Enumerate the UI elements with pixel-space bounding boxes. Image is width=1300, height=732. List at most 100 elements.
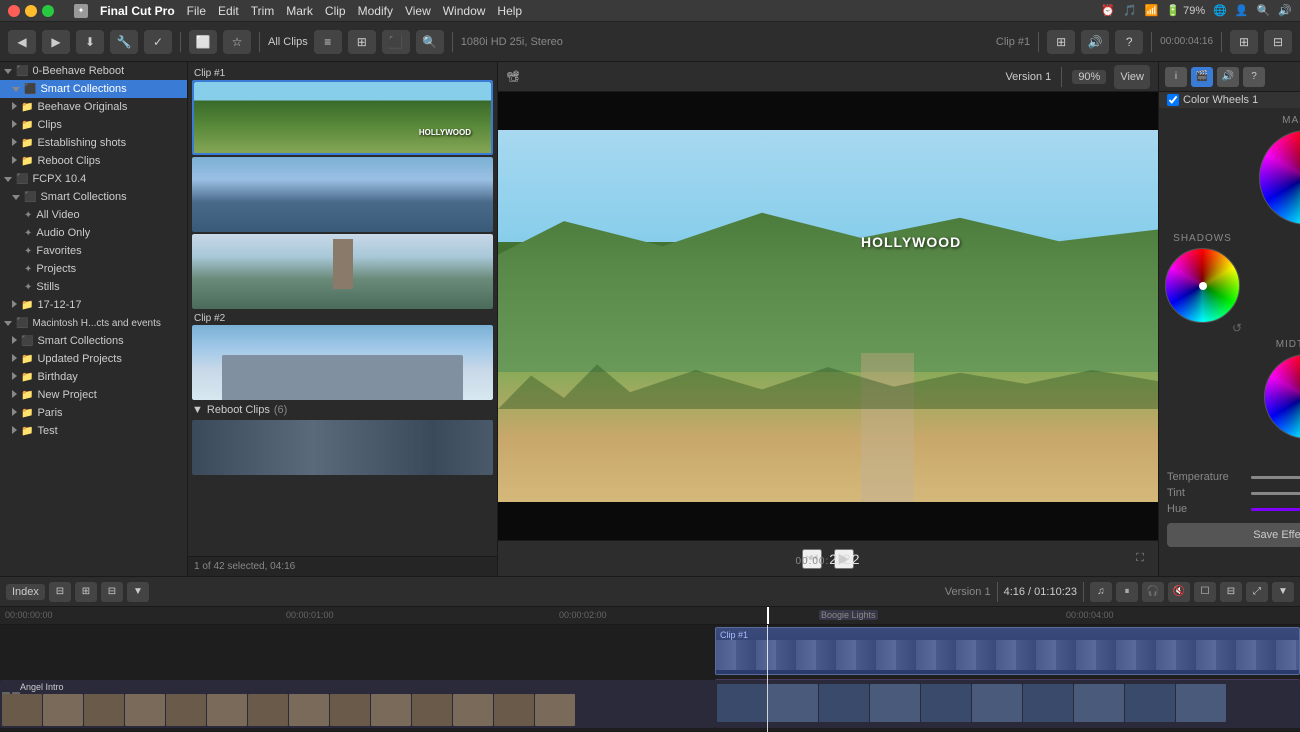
track-right-lower[interactable] xyxy=(715,680,1300,728)
menu-clip[interactable]: Clip xyxy=(325,4,346,18)
check-button[interactable]: ✓ xyxy=(144,30,172,54)
clip-item-3[interactable] xyxy=(192,234,493,309)
sidebar-item-favorites[interactable]: ✦ Favorites xyxy=(0,242,187,260)
tint-slider[interactable] xyxy=(1251,492,1300,495)
timeline-toolbar: Index ⊟ ⊞ ⊟ ▼ Version 1 4:16 / 01:10:23 … xyxy=(0,577,1300,607)
midtones-wheel[interactable]: ↺ xyxy=(1264,354,1300,439)
headphones-btn[interactable]: 🎧 xyxy=(1142,582,1164,602)
clip-item-2[interactable] xyxy=(192,157,493,232)
viewer-view-btn[interactable]: View xyxy=(1114,65,1150,89)
solo-btn[interactable]: ☐ xyxy=(1194,582,1216,602)
mute-btn[interactable]: 🔇 xyxy=(1168,582,1190,602)
viewer-version: Version 1 xyxy=(1005,71,1051,83)
clip-item-1[interactable]: Clip #1 HOLLYWOOD xyxy=(192,66,493,155)
sidebar-item-smart-collections-1[interactable]: ⬛ Smart Collections xyxy=(0,80,187,98)
inspector-tab-info[interactable]: i xyxy=(1165,67,1187,87)
panels-btn[interactable]: ⊟ xyxy=(1264,30,1292,54)
sidebar-item-fcpx[interactable]: ⬛ FCPX 10.4 xyxy=(0,170,187,188)
minimize-button[interactable] xyxy=(25,5,37,17)
share-button[interactable]: 🔧 xyxy=(110,30,138,54)
menu-edit[interactable]: Edit xyxy=(218,4,239,18)
menu-help[interactable]: Help xyxy=(497,4,522,18)
timeline-btn1[interactable]: ⊟ xyxy=(49,582,71,602)
folder-icon: 📁 xyxy=(21,408,33,419)
sidebar-item-updated-projects[interactable]: 📁 Updated Projects xyxy=(0,350,187,368)
sidebar-item-smart-collections-3[interactable]: ⬛ Smart Collections xyxy=(0,332,187,350)
filter-button[interactable]: ⬛ xyxy=(382,30,410,54)
menu-mark[interactable]: Mark xyxy=(286,4,313,18)
expand-btn[interactable]: ⤢ xyxy=(1246,582,1268,602)
track-angel-intro[interactable]: ⏸ ▶ Angel Intro xyxy=(0,680,715,728)
import-button[interactable]: ⬇ xyxy=(76,30,104,54)
sidebar-label: Smart Collections xyxy=(40,191,126,203)
timeline-btn3[interactable]: ⊟ xyxy=(101,582,123,602)
back-button[interactable]: ◀ xyxy=(8,30,36,54)
sidebar-item-test[interactable]: 📁 Test xyxy=(0,422,187,440)
shadows-wheel[interactable]: ↺ xyxy=(1165,248,1240,323)
view-options[interactable]: ⊞ xyxy=(1047,30,1075,54)
sidebar-item-17-12-17[interactable]: 📁 17-12-17 xyxy=(0,296,187,314)
inspector-toolbar: i 🎬 🔊 ? Clip #1 00:00:04:16 xyxy=(1159,62,1300,92)
sidebar-item-establishing-shots[interactable]: 📁 Establishing shots xyxy=(0,134,187,152)
list-view-button[interactable]: ≡ xyxy=(314,30,342,54)
clip-item-4[interactable]: Clip #2 xyxy=(192,311,493,400)
menu-trim[interactable]: Trim xyxy=(251,4,275,18)
shadows-reset-btn[interactable]: ↺ xyxy=(1232,321,1242,335)
timecode-display: 00:00:04:16 xyxy=(1160,36,1213,47)
effect-row[interactable]: Color Wheels 1 + ⊞ View ▼ xyxy=(1159,92,1300,108)
index-label[interactable]: Index xyxy=(6,584,45,600)
clip-section-header[interactable]: ▼ Reboot Clips (6) xyxy=(192,402,493,418)
menu-file[interactable]: File xyxy=(187,4,206,18)
sidebar-item-stills[interactable]: ✦ Stills xyxy=(0,278,187,296)
timeline-dropdown[interactable]: ▼ xyxy=(127,582,149,602)
save-effects-button[interactable]: Save Effects Preset... xyxy=(1167,523,1300,547)
maximize-button[interactable] xyxy=(42,5,54,17)
clip-btn[interactable]: ⊟ xyxy=(1220,582,1242,602)
folder-icon: 📁 xyxy=(21,102,33,113)
menu-window[interactable]: Window xyxy=(443,4,486,18)
master-label: MASTER xyxy=(1165,115,1300,126)
sidebar-item-beehave-originals[interactable]: 📁 Beehave Originals xyxy=(0,98,187,116)
temperature-slider[interactable] xyxy=(1251,476,1300,479)
search-button[interactable]: 🔍 xyxy=(416,30,444,54)
hue-slider[interactable] xyxy=(1251,508,1300,511)
menu-view[interactable]: View xyxy=(405,4,431,18)
library-icon: ⬛ xyxy=(16,318,28,329)
master-wheel[interactable]: ↺ xyxy=(1259,130,1300,225)
menu-modify[interactable]: Modify xyxy=(358,4,393,18)
help-btn[interactable]: ? xyxy=(1115,30,1143,54)
inspector-tab-audio[interactable]: 🔊 xyxy=(1217,67,1239,87)
sidebar-item-macintosh[interactable]: ⬛ Macintosh H...cts and events xyxy=(0,314,187,332)
media-button[interactable]: ⬜ xyxy=(189,30,217,54)
audio-btn[interactable]: 🔊 xyxy=(1081,30,1109,54)
expand-icon xyxy=(4,66,12,77)
fullscreen-button[interactable]: ⛶ xyxy=(1130,549,1150,569)
viewer-quality[interactable]: 90% xyxy=(1072,70,1106,84)
sidebar-item-all-video[interactable]: ✦ All Video xyxy=(0,206,187,224)
sep xyxy=(997,582,998,602)
sidebar-item-reboot-clips[interactable]: 📁 Reboot Clips xyxy=(0,152,187,170)
forward-button[interactable]: ▶ xyxy=(42,30,70,54)
chevron-btn[interactable]: ▼ xyxy=(1272,582,1294,602)
sidebar-item-clips[interactable]: 📁 Clips xyxy=(0,116,187,134)
sidebar-item-smart-collections-2[interactable]: ⬛ Smart Collections xyxy=(0,188,187,206)
layout-btn[interactable]: ⊞ xyxy=(1230,30,1258,54)
hue-row: Hue 0° xyxy=(1159,501,1300,517)
sidebar-item-new-project[interactable]: 📁 New Project xyxy=(0,386,187,404)
inspector-tab-video[interactable]: 🎬 xyxy=(1191,67,1213,87)
sidebar-item-projects[interactable]: ✦ Projects xyxy=(0,260,187,278)
inspector-tab-share[interactable]: ? xyxy=(1243,67,1265,87)
sidebar-item-paris[interactable]: 📁 Paris xyxy=(0,404,187,422)
smart-collection-icon: ⬛ xyxy=(24,192,36,203)
grid-view-button[interactable]: ⊞ xyxy=(348,30,376,54)
sidebar-item-birthday[interactable]: 📁 Birthday xyxy=(0,368,187,386)
track-clip-1[interactable]: Clip #1 xyxy=(715,627,1300,675)
sidebar-item-audio-only[interactable]: ✦ Audio Only xyxy=(0,224,187,242)
play-btn[interactable]: ⏸ xyxy=(1116,582,1138,602)
close-button[interactable] xyxy=(8,5,20,17)
sidebar-item-beehave-reboot[interactable]: ⬛ 0-Beehave Reboot xyxy=(0,62,187,80)
effect-enable-checkbox[interactable] xyxy=(1167,94,1179,106)
effects-button[interactable]: ☆ xyxy=(223,30,251,54)
audio-btn[interactable]: ♫ xyxy=(1090,582,1112,602)
timeline-btn2[interactable]: ⊞ xyxy=(75,582,97,602)
